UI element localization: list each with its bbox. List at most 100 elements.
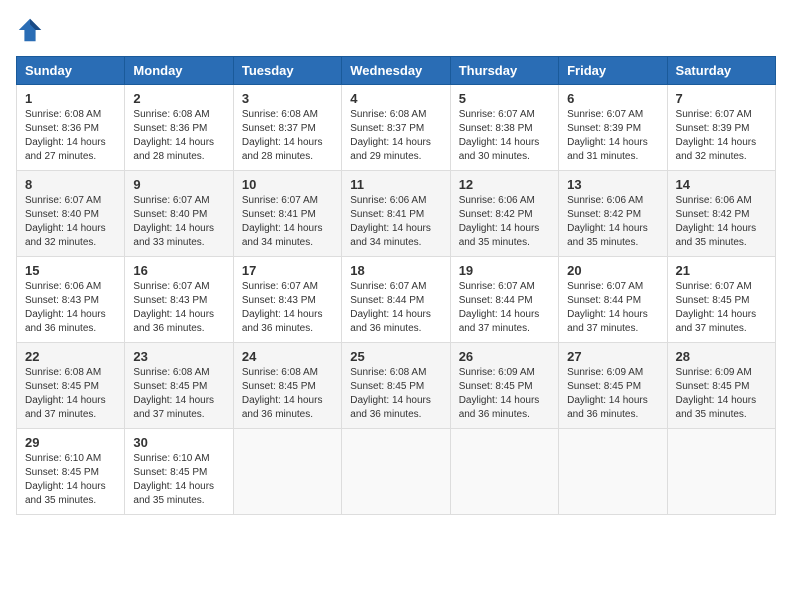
calendar-cell: 21 Sunrise: 6:07 AM Sunset: 8:45 PM Dayl… — [667, 257, 775, 343]
sunset-label: Sunset: 8:45 PM — [133, 467, 207, 478]
daylight-label: Daylight: 14 hours and 35 minutes. — [676, 395, 757, 420]
sunset-label: Sunset: 8:45 PM — [133, 381, 207, 392]
day-info: Sunrise: 6:07 AM Sunset: 8:44 PM Dayligh… — [350, 280, 441, 336]
sunset-label: Sunset: 8:45 PM — [459, 381, 533, 392]
daylight-label: Daylight: 14 hours and 36 minutes. — [567, 395, 648, 420]
calendar-cell: 30 Sunrise: 6:10 AM Sunset: 8:45 PM Dayl… — [125, 429, 233, 515]
sunset-label: Sunset: 8:45 PM — [25, 467, 99, 478]
day-info: Sunrise: 6:08 AM Sunset: 8:36 PM Dayligh… — [25, 108, 116, 164]
day-number: 21 — [676, 263, 767, 278]
sunset-label: Sunset: 8:44 PM — [350, 295, 424, 306]
day-info: Sunrise: 6:07 AM Sunset: 8:44 PM Dayligh… — [459, 280, 550, 336]
logo-icon — [16, 16, 44, 44]
calendar-table: SundayMondayTuesdayWednesdayThursdayFrid… — [16, 56, 776, 515]
sunset-label: Sunset: 8:37 PM — [242, 123, 316, 134]
daylight-label: Daylight: 14 hours and 36 minutes. — [242, 309, 323, 334]
sunrise-label: Sunrise: 6:07 AM — [459, 281, 535, 292]
calendar-cell: 24 Sunrise: 6:08 AM Sunset: 8:45 PM Dayl… — [233, 343, 341, 429]
day-number: 13 — [567, 177, 658, 192]
sunrise-label: Sunrise: 6:06 AM — [350, 195, 426, 206]
day-number: 10 — [242, 177, 333, 192]
sunset-label: Sunset: 8:36 PM — [25, 123, 99, 134]
calendar-cell: 9 Sunrise: 6:07 AM Sunset: 8:40 PM Dayli… — [125, 171, 233, 257]
day-number: 29 — [25, 435, 116, 450]
calendar-cell: 13 Sunrise: 6:06 AM Sunset: 8:42 PM Dayl… — [559, 171, 667, 257]
sunset-label: Sunset: 8:39 PM — [567, 123, 641, 134]
calendar-cell: 25 Sunrise: 6:08 AM Sunset: 8:45 PM Dayl… — [342, 343, 450, 429]
daylight-label: Daylight: 14 hours and 28 minutes. — [242, 137, 323, 162]
day-number: 6 — [567, 91, 658, 106]
day-number: 11 — [350, 177, 441, 192]
header-thursday: Thursday — [450, 57, 558, 85]
calendar-week-row: 8 Sunrise: 6:07 AM Sunset: 8:40 PM Dayli… — [17, 171, 776, 257]
sunset-label: Sunset: 8:40 PM — [25, 209, 99, 220]
calendar-cell — [450, 429, 558, 515]
header-wednesday: Wednesday — [342, 57, 450, 85]
sunset-label: Sunset: 8:45 PM — [350, 381, 424, 392]
sunset-label: Sunset: 8:40 PM — [133, 209, 207, 220]
sunrise-label: Sunrise: 6:09 AM — [459, 367, 535, 378]
daylight-label: Daylight: 14 hours and 36 minutes. — [133, 309, 214, 334]
day-info: Sunrise: 6:07 AM Sunset: 8:43 PM Dayligh… — [133, 280, 224, 336]
sunrise-label: Sunrise: 6:07 AM — [676, 281, 752, 292]
day-number: 24 — [242, 349, 333, 364]
calendar-cell: 2 Sunrise: 6:08 AM Sunset: 8:36 PM Dayli… — [125, 85, 233, 171]
sunset-label: Sunset: 8:43 PM — [242, 295, 316, 306]
day-number: 30 — [133, 435, 224, 450]
day-info: Sunrise: 6:06 AM Sunset: 8:42 PM Dayligh… — [676, 194, 767, 250]
sunrise-label: Sunrise: 6:07 AM — [133, 195, 209, 206]
sunrise-label: Sunrise: 6:06 AM — [25, 281, 101, 292]
sunrise-label: Sunrise: 6:06 AM — [567, 195, 643, 206]
sunrise-label: Sunrise: 6:08 AM — [242, 109, 318, 120]
day-info: Sunrise: 6:07 AM Sunset: 8:39 PM Dayligh… — [676, 108, 767, 164]
sunrise-label: Sunrise: 6:08 AM — [133, 109, 209, 120]
day-info: Sunrise: 6:08 AM Sunset: 8:45 PM Dayligh… — [133, 366, 224, 422]
daylight-label: Daylight: 14 hours and 30 minutes. — [459, 137, 540, 162]
calendar-cell: 7 Sunrise: 6:07 AM Sunset: 8:39 PM Dayli… — [667, 85, 775, 171]
daylight-label: Daylight: 14 hours and 35 minutes. — [133, 481, 214, 506]
calendar-cell: 14 Sunrise: 6:06 AM Sunset: 8:42 PM Dayl… — [667, 171, 775, 257]
daylight-label: Daylight: 14 hours and 37 minutes. — [133, 395, 214, 420]
day-info: Sunrise: 6:06 AM Sunset: 8:42 PM Dayligh… — [567, 194, 658, 250]
day-info: Sunrise: 6:09 AM Sunset: 8:45 PM Dayligh… — [567, 366, 658, 422]
sunset-label: Sunset: 8:43 PM — [25, 295, 99, 306]
sunset-label: Sunset: 8:42 PM — [676, 209, 750, 220]
day-info: Sunrise: 6:08 AM Sunset: 8:45 PM Dayligh… — [242, 366, 333, 422]
day-info: Sunrise: 6:09 AM Sunset: 8:45 PM Dayligh… — [459, 366, 550, 422]
sunset-label: Sunset: 8:44 PM — [567, 295, 641, 306]
day-number: 1 — [25, 91, 116, 106]
day-info: Sunrise: 6:06 AM Sunset: 8:41 PM Dayligh… — [350, 194, 441, 250]
sunset-label: Sunset: 8:45 PM — [242, 381, 316, 392]
day-number: 9 — [133, 177, 224, 192]
logo — [16, 16, 48, 44]
daylight-label: Daylight: 14 hours and 27 minutes. — [25, 137, 106, 162]
sunset-label: Sunset: 8:43 PM — [133, 295, 207, 306]
day-info: Sunrise: 6:07 AM Sunset: 8:43 PM Dayligh… — [242, 280, 333, 336]
day-number: 18 — [350, 263, 441, 278]
sunset-label: Sunset: 8:42 PM — [567, 209, 641, 220]
daylight-label: Daylight: 14 hours and 37 minutes. — [25, 395, 106, 420]
day-number: 19 — [459, 263, 550, 278]
sunrise-label: Sunrise: 6:07 AM — [350, 281, 426, 292]
calendar-cell: 22 Sunrise: 6:08 AM Sunset: 8:45 PM Dayl… — [17, 343, 125, 429]
calendar-cell: 27 Sunrise: 6:09 AM Sunset: 8:45 PM Dayl… — [559, 343, 667, 429]
sunrise-label: Sunrise: 6:09 AM — [567, 367, 643, 378]
day-info: Sunrise: 6:06 AM Sunset: 8:42 PM Dayligh… — [459, 194, 550, 250]
day-number: 12 — [459, 177, 550, 192]
header-friday: Friday — [559, 57, 667, 85]
day-number: 26 — [459, 349, 550, 364]
sunset-label: Sunset: 8:45 PM — [676, 295, 750, 306]
day-number: 27 — [567, 349, 658, 364]
day-number: 16 — [133, 263, 224, 278]
calendar-cell: 26 Sunrise: 6:09 AM Sunset: 8:45 PM Dayl… — [450, 343, 558, 429]
daylight-label: Daylight: 14 hours and 37 minutes. — [567, 309, 648, 334]
daylight-label: Daylight: 14 hours and 34 minutes. — [350, 223, 431, 248]
day-number: 17 — [242, 263, 333, 278]
sunrise-label: Sunrise: 6:10 AM — [133, 453, 209, 464]
day-number: 2 — [133, 91, 224, 106]
sunset-label: Sunset: 8:41 PM — [350, 209, 424, 220]
sunrise-label: Sunrise: 6:08 AM — [350, 109, 426, 120]
sunrise-label: Sunrise: 6:08 AM — [25, 367, 101, 378]
daylight-label: Daylight: 14 hours and 35 minutes. — [459, 223, 540, 248]
daylight-label: Daylight: 14 hours and 35 minutes. — [567, 223, 648, 248]
